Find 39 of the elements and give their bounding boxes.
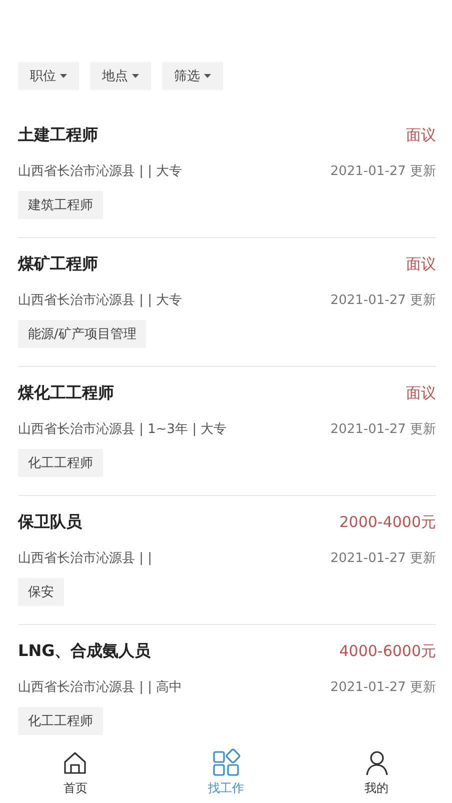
salary: 面议	[406, 126, 436, 144]
update-date: 2021-01-27 更新	[330, 292, 436, 309]
job-card[interactable]: 土建工程师 面议 山西省长治市沁源县 | | 大专 2021-01-27 更新 建筑工程师	[18, 109, 436, 238]
caret-icon	[132, 74, 139, 78]
job-details: 山西省长治市沁源县 | | 大专	[18, 163, 182, 180]
filter-dropdown[interactable]: 筛选	[162, 62, 223, 90]
job-title: 煤化工工程师	[18, 382, 114, 404]
nav-tab[interactable]: 找工作	[150, 741, 302, 803]
filter-dropdown[interactable]: 地点	[90, 62, 151, 90]
filter-dropdown[interactable]: 职位	[18, 62, 79, 90]
job-tag: 建筑工程师	[18, 191, 103, 219]
job-tag: 化工工程师	[18, 707, 103, 735]
job-title: 煤矿工程师	[18, 254, 98, 274]
job-title: 土建工程师	[18, 124, 98, 146]
salary: 2000-4000元	[339, 512, 436, 532]
job-card[interactable]: 保卫队员 2000-4000元 山西省长治市沁源县 | | 2021-01-27 更新 保安	[18, 496, 436, 625]
caret-icon	[204, 74, 211, 78]
caret-icon	[60, 74, 67, 78]
job-title: LNG、合成氨人员	[18, 640, 151, 662]
update-date: 2021-01-27 更新	[330, 679, 436, 696]
update-date: 2021-01-27 更新	[330, 550, 436, 567]
grid-icon	[211, 748, 241, 778]
job-tag: 化工工程师	[18, 449, 103, 477]
job-details: 山西省长治市沁源县 | | 大专	[18, 292, 182, 309]
job-card[interactable]: 煤化工工程师 面议 山西省长治市沁源县 | 1~3年 | 大专 2021-01-27 更新 化工工程师	[18, 367, 436, 496]
salary: 面议	[406, 384, 436, 402]
job-card[interactable]: 煤矿工程师 面议 山西省长治市沁源县 | | 大专 2021-01-27 更新 能源/矿产项目管理	[18, 238, 436, 367]
update-date: 2021-01-27 更新	[330, 163, 436, 180]
nav-tab[interactable]: 我的	[301, 741, 452, 803]
job-details: 山西省长治市沁源县 | 1~3年 | 大专	[18, 421, 227, 438]
job-details: 山西省长治市沁源县 | | 高中	[18, 679, 182, 696]
job-title: 保卫队员	[18, 512, 82, 532]
salary: 4000-6000元	[339, 642, 436, 660]
update-date: 2021-01-27 更新	[330, 421, 436, 438]
nav-tab[interactable]: 首页	[0, 741, 151, 803]
job-tag: 能源/矿产项目管理	[18, 320, 146, 348]
job-tag: 保安	[18, 578, 64, 606]
salary: 面议	[406, 254, 436, 274]
job-details: 山西省长治市沁源县 | |	[18, 550, 152, 567]
